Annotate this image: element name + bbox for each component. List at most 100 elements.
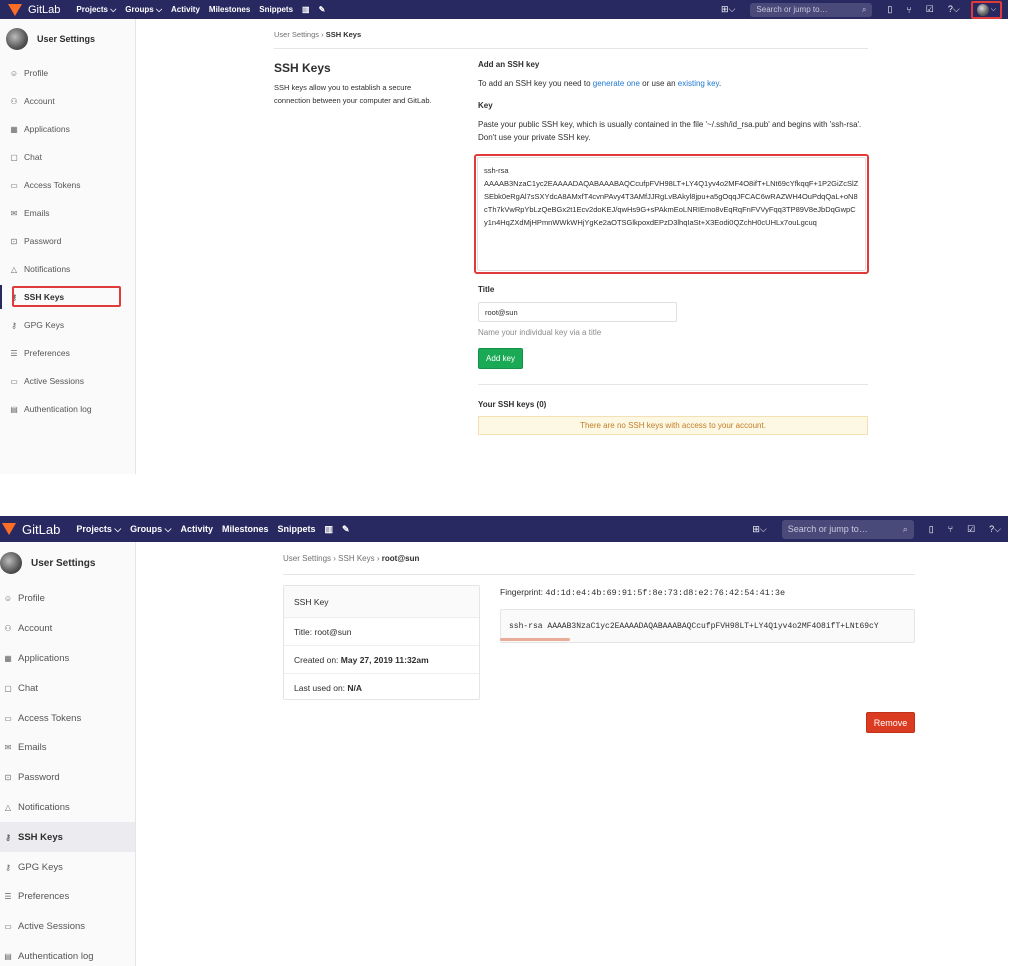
nav-milestones[interactable]: Milestones xyxy=(209,5,250,14)
top-navbar: GitLab Projects ⌵ Groups ⌵ Activity Mile… xyxy=(0,0,1008,19)
sidebar-item-gpg-keys[interactable]: ⚷ GPG Keys xyxy=(0,852,135,882)
generate-one-link[interactable]: generate one xyxy=(593,79,640,88)
sidebar-item-notifications[interactable]: △ Notifications xyxy=(0,255,135,283)
chart-icon[interactable]: ▥ xyxy=(325,524,334,535)
sidebar-item-emails[interactable]: ✉ Emails xyxy=(0,733,135,763)
fingerprint-row: Fingerprint: 4d:1d:e4:4b:69:91:5f:8e:73:… xyxy=(500,587,786,598)
card-created-row: Created on: May 27, 2019 11:32am xyxy=(284,646,479,674)
nav-groups[interactable]: Groups ⌵ xyxy=(130,524,171,535)
merge-requests-icon[interactable]: ⑂ xyxy=(906,5,911,15)
sidebar-header[interactable]: User Settings xyxy=(0,19,135,59)
divider xyxy=(478,384,868,385)
notifications-icon: △ xyxy=(4,802,12,812)
access-tokens-icon: ▭ xyxy=(4,713,12,723)
sidebar-item-applications[interactable]: ▦ Applications xyxy=(0,115,135,143)
chat-icon: ▢ xyxy=(10,152,18,162)
sidebar-item-authentication-log[interactable]: ▤ Authentication log xyxy=(0,395,135,423)
sidebar-item-active-sessions[interactable]: ▭ Active Sessions xyxy=(0,912,135,942)
tanuki-icon xyxy=(8,3,22,16)
help-icon[interactable]: ?⌵ xyxy=(948,4,960,15)
sidebar-item-ssh-keys[interactable]: ⚷ SSH Keys xyxy=(0,822,135,853)
sidebar-header[interactable]: User Settings xyxy=(0,542,135,584)
add-key-button[interactable]: Add key xyxy=(478,348,523,369)
todos-icon[interactable]: ☑ xyxy=(967,524,975,535)
nav-milestones[interactable]: Milestones xyxy=(222,524,269,534)
last-used-value: N/A xyxy=(347,682,363,693)
admin-wrench-icon[interactable]: ✎ xyxy=(342,524,350,535)
sidebar-item-notifications[interactable]: △ Notifications xyxy=(0,793,135,823)
page-title: SSH Keys xyxy=(274,61,331,75)
emails-icon: ✉ xyxy=(10,208,18,218)
plus-dropdown-icon[interactable]: ⊞⌵ xyxy=(752,524,766,535)
sidebar-item-access-tokens[interactable]: ▭ Access Tokens xyxy=(0,171,135,199)
sidebar-item-chat[interactable]: ▢ Chat xyxy=(0,143,135,171)
card-last-used-row: Last used on: N/A xyxy=(294,682,363,693)
nav-projects[interactable]: Projects ⌵ xyxy=(76,524,121,535)
divider xyxy=(283,574,915,575)
sessions-icon: ▭ xyxy=(10,376,18,386)
sidebar-item-password[interactable]: ⊡ Password xyxy=(0,763,135,793)
breadcrumb-user-settings[interactable]: User Settings xyxy=(283,554,331,563)
sidebar-item-password[interactable]: ⊡ Password xyxy=(0,227,135,255)
sidebar-item-authentication-log[interactable]: ▤ Authentication log xyxy=(0,942,135,966)
sidebar-item-profile[interactable]: ☺ Profile xyxy=(0,584,135,614)
nav-snippets[interactable]: Snippets xyxy=(259,5,293,14)
admin-wrench-icon[interactable]: ✎ xyxy=(319,5,326,14)
sidebar-item-preferences[interactable]: ☰ Preferences xyxy=(0,882,135,912)
issues-icon[interactable]: ▯ xyxy=(887,4,892,15)
key-textarea[interactable]: ssh-rsa AAAAB3NzaC1yc2EAAAADAQABAAABAQCc… xyxy=(477,157,866,271)
sidebar-item-preferences[interactable]: ☰ Preferences xyxy=(0,339,135,367)
breadcrumb-current: root@sun xyxy=(381,554,420,563)
breadcrumb-ssh-keys[interactable]: SSH Keys xyxy=(338,554,374,563)
nav-groups[interactable]: Groups ⌵ xyxy=(125,5,162,15)
nav-snippets[interactable]: Snippets xyxy=(278,524,316,534)
sidebar-item-active-sessions[interactable]: ▭ Active Sessions xyxy=(0,367,135,395)
remove-button[interactable]: Remove xyxy=(866,712,915,733)
key-help-text: Paste your public SSH key, which is usua… xyxy=(478,120,862,142)
help-icon[interactable]: ?⌵ xyxy=(989,524,1001,535)
top-navbar: GitLab Projects ⌵ Groups ⌵ Activity Mile… xyxy=(0,516,1008,542)
title-input[interactable]: root@sun xyxy=(478,302,677,322)
nav-projects[interactable]: Projects ⌵ xyxy=(76,5,116,15)
key-icon: ⚷ xyxy=(5,832,11,842)
gitlab-logo[interactable]: GitLab xyxy=(2,522,60,537)
search-input[interactable]: Search or jump to… ⌕ xyxy=(781,519,914,539)
merge-requests-icon[interactable]: ⑂ xyxy=(948,524,953,534)
chevron-down-icon: ⌵ xyxy=(990,5,996,13)
avatar xyxy=(6,28,28,50)
no-keys-alert: There are no SSH keys with access to you… xyxy=(478,416,868,435)
user-menu-button[interactable]: ⌵ xyxy=(970,0,1002,19)
sidebar-item-account[interactable]: ⚇ Account xyxy=(0,87,135,115)
breadcrumb-user-settings[interactable]: User Settings xyxy=(274,30,319,39)
add-key-heading: Add an SSH key xyxy=(478,60,540,69)
avatar xyxy=(0,552,22,574)
sidebar-item-account[interactable]: ⚇ Account xyxy=(0,614,135,644)
gitlab-logo[interactable]: GitLab xyxy=(8,3,60,16)
existing-key-link[interactable]: existing key xyxy=(678,79,719,88)
nav-activity[interactable]: Activity xyxy=(180,524,213,534)
settings-sidebar: User Settings ☺ Profile ⚇ Account ▦ Applica… xyxy=(0,19,136,474)
todos-icon[interactable]: ☑ xyxy=(926,4,934,15)
card-title-row: Title: root@sun xyxy=(284,618,479,646)
search-icon: ⌕ xyxy=(902,523,908,534)
sidebar-item-access-tokens[interactable]: ▭ Access Tokens xyxy=(0,703,135,733)
chart-icon[interactable]: ▥ xyxy=(302,5,310,14)
log-icon: ▤ xyxy=(4,951,12,961)
highlight-ssh-keys xyxy=(12,286,121,307)
settings-sidebar: User Settings ☺ Profile ⚇ Account ▦ Applica… xyxy=(0,542,136,966)
sidebar-item-gpg-keys[interactable]: ⚷ GPG Keys xyxy=(0,311,135,339)
search-input[interactable]: Search or jump to… ⌕ xyxy=(750,2,873,17)
sidebar-item-emails[interactable]: ✉ Emails xyxy=(0,199,135,227)
add-ssh-key-screenshot: GitLab Projects ⌵ Groups ⌵ Activity Mile… xyxy=(0,0,1008,474)
emails-icon: ✉ xyxy=(4,743,12,753)
sidebar-item-profile[interactable]: ☺ Profile xyxy=(0,59,135,87)
plus-dropdown-icon[interactable]: ⊞⌵ xyxy=(721,4,735,15)
horizontal-scrollbar[interactable] xyxy=(500,638,570,641)
page-description: SSH keys allow you to establish a secure… xyxy=(274,83,432,105)
gpg-key-icon: ⚷ xyxy=(11,320,17,330)
sidebar-item-applications[interactable]: ▦ Applications xyxy=(0,644,135,674)
issues-icon[interactable]: ▯ xyxy=(929,524,934,535)
sidebar-item-chat[interactable]: ▢ Chat xyxy=(0,673,135,703)
nav-activity[interactable]: Activity xyxy=(171,5,200,14)
search-icon: ⌕ xyxy=(861,4,867,14)
